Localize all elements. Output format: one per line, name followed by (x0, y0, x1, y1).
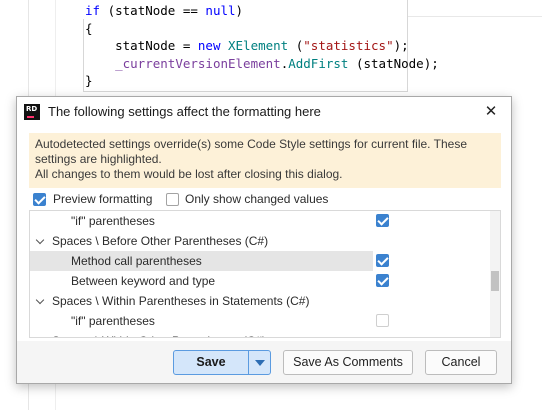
autodetect-warning: Autodetected settings override(s) some C… (29, 133, 501, 188)
code-token: (statNode == (100, 3, 206, 18)
code-line: statNode = new XElement ("statistics"); (85, 38, 409, 54)
setting-checkbox[interactable] (376, 314, 389, 327)
close-button[interactable]: ✕ (479, 101, 503, 123)
code-token: new (197, 38, 221, 53)
code-token: XElement (228, 38, 289, 53)
tree-setting-row[interactable]: Method call parentheses (30, 251, 389, 271)
rider-logo-icon: RD (24, 104, 40, 120)
close-icon: ✕ (484, 103, 498, 120)
tree-row-label: Between keyword and type (71, 274, 216, 288)
code-token: null (205, 3, 236, 18)
save-dropdown-arrow-icon[interactable] (249, 351, 270, 374)
cancel-button[interactable]: Cancel (425, 350, 497, 375)
code-token: ) (235, 3, 244, 18)
rider-logo-text: RD (26, 105, 38, 113)
warning-line-2: settings are highlighted. (35, 152, 162, 166)
code-token: (statNode); (348, 56, 439, 71)
code-line: if (statNode == null) (85, 3, 243, 19)
save-as-comments-button[interactable]: Save As Comments (283, 350, 413, 375)
tree-row-label: Spaces \ Before Other Parentheses (C#) (52, 234, 269, 248)
code-token: _currentVersionElement (115, 56, 281, 71)
dialog-title: The following settings affect the format… (48, 104, 321, 119)
tree-scrollbar-thumb[interactable] (491, 271, 499, 291)
formatting-scope-outline-left (83, 19, 84, 91)
code-token: AddFirst (288, 56, 349, 71)
tree-group-row[interactable]: Spaces \ Within Other Parentheses (C#) (30, 331, 490, 337)
code-token: if (85, 3, 101, 18)
code-token: ); (393, 38, 409, 53)
code-token: { (85, 21, 93, 36)
tree-group-row[interactable]: Spaces \ Before Other Parentheses (C#) (30, 231, 490, 251)
warning-line-3: All changes to them would be lost after … (35, 167, 343, 181)
code-token: ( (288, 38, 304, 53)
code-line: } (85, 73, 93, 89)
code-token: "statistics" (303, 38, 394, 53)
chevron-down-icon[interactable] (35, 295, 45, 305)
tree-group-row[interactable]: Spaces \ Within Parentheses in Statement… (30, 291, 490, 311)
preview-formatting-checkbox[interactable] (33, 193, 46, 206)
save-button-group: Save (173, 350, 271, 375)
tree-scrollbar[interactable] (490, 211, 500, 337)
only-changed-values-label[interactable]: Only show changed values (185, 192, 328, 206)
warning-line-1: Autodetected settings override(s) some C… (35, 137, 467, 151)
formatting-settings-dialog: RD The following settings affect the for… (16, 96, 512, 384)
code-token: } (85, 73, 93, 88)
tree-row-label: Spaces \ Within Parentheses in Statement… (52, 294, 310, 308)
tree-row-label: "if" parentheses (71, 214, 155, 228)
tree-row-label: Method call parentheses (71, 254, 202, 268)
code-token: statNode = (85, 38, 198, 53)
dialog-title-bar: RD The following settings affect the for… (17, 97, 511, 127)
tree-setting-row[interactable]: "if" parentheses (30, 211, 490, 231)
tree-row-label: "if" parentheses (71, 314, 155, 328)
setting-checkbox[interactable] (376, 254, 389, 267)
tree-setting-row[interactable]: "if" parentheses (30, 311, 490, 331)
preview-formatting-label[interactable]: Preview formatting (53, 192, 152, 206)
setting-checkbox[interactable] (376, 274, 389, 287)
settings-tree[interactable]: "if" parentheses Spaces \ Before Other Pa… (29, 210, 501, 338)
tree-setting-row[interactable]: Between keyword and type (30, 271, 490, 291)
chevron-down-icon[interactable] (35, 235, 45, 245)
setting-checkbox[interactable] (376, 214, 389, 227)
code-line: _currentVersionElement.AddFirst (statNod… (85, 56, 439, 72)
only-changed-values-checkbox[interactable] (166, 193, 179, 206)
save-button[interactable]: Save (174, 351, 248, 374)
line-separator (408, 16, 542, 17)
tree-row-label: Spaces \ Within Other Parentheses (C#) (52, 334, 266, 337)
chevron-down-icon[interactable] (35, 335, 45, 337)
code-line: { (85, 21, 93, 37)
dialog-footer: Save Save As Comments Cancel (17, 341, 511, 383)
